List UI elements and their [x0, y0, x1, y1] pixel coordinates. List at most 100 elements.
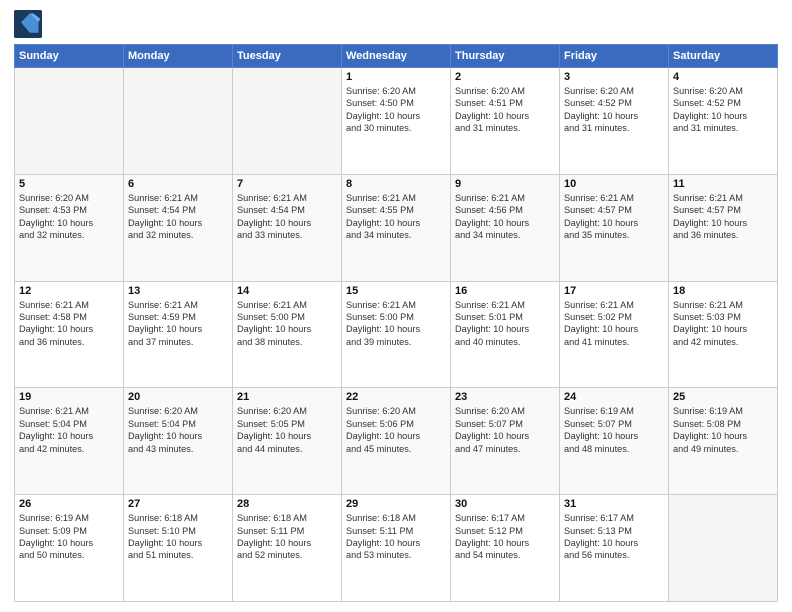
- day-number: 13: [128, 285, 228, 297]
- day-info: Sunrise: 6:21 AM Sunset: 5:00 PM Dayligh…: [346, 299, 446, 349]
- calendar-cell: 27 Sunrise: 6:18 AM Sunset: 5:10 PM Dayli…: [124, 495, 233, 602]
- logo-icon: [14, 10, 42, 38]
- calendar-cell: 23 Sunrise: 6:20 AM Sunset: 5:07 PM Dayli…: [451, 388, 560, 495]
- calendar-cell: 18 Sunrise: 6:21 AM Sunset: 5:03 PM Dayli…: [669, 281, 778, 388]
- day-info: Sunrise: 6:21 AM Sunset: 4:55 PM Dayligh…: [346, 192, 446, 242]
- day-info: Sunrise: 6:20 AM Sunset: 5:06 PM Dayligh…: [346, 405, 446, 455]
- day-number: 16: [455, 285, 555, 297]
- calendar-cell: 17 Sunrise: 6:21 AM Sunset: 5:02 PM Dayli…: [560, 281, 669, 388]
- calendar-cell: 12Sunrise: 6:21 AM Sunset: 4:58 PM Dayli…: [15, 281, 124, 388]
- day-info: Sunrise: 6:21 AM Sunset: 5:02 PM Dayligh…: [564, 299, 664, 349]
- day-info: Sunrise: 6:20 AM Sunset: 5:07 PM Dayligh…: [455, 405, 555, 455]
- day-number: 22: [346, 391, 446, 403]
- calendar-cell: 22 Sunrise: 6:20 AM Sunset: 5:06 PM Dayli…: [342, 388, 451, 495]
- day-info: Sunrise: 6:21 AM Sunset: 5:03 PM Dayligh…: [673, 299, 773, 349]
- calendar-cell: 21Sunrise: 6:20 AM Sunset: 5:05 PM Dayli…: [233, 388, 342, 495]
- day-number: 6: [128, 178, 228, 190]
- day-number: 18: [673, 285, 773, 297]
- calendar-header-friday: Friday: [560, 45, 669, 68]
- calendar-cell: 30 Sunrise: 6:17 AM Sunset: 5:12 PM Dayli…: [451, 495, 560, 602]
- calendar-header-wednesday: Wednesday: [342, 45, 451, 68]
- day-info: Sunrise: 6:21 AM Sunset: 4:54 PM Dayligh…: [128, 192, 228, 242]
- day-number: 15: [346, 285, 446, 297]
- day-number: 5: [19, 178, 119, 190]
- day-number: 7: [237, 178, 337, 190]
- day-number: 29: [346, 498, 446, 510]
- calendar-cell: 2 Sunrise: 6:20 AM Sunset: 4:51 PM Daylig…: [451, 68, 560, 175]
- day-number: 20: [128, 391, 228, 403]
- calendar-header-monday: Monday: [124, 45, 233, 68]
- day-info: Sunrise: 6:18 AM Sunset: 5:11 PM Dayligh…: [346, 512, 446, 562]
- calendar-cell: [233, 68, 342, 175]
- calendar-cell: 31 Sunrise: 6:17 AM Sunset: 5:13 PM Dayli…: [560, 495, 669, 602]
- day-number: 23: [455, 391, 555, 403]
- day-number: 31: [564, 498, 664, 510]
- day-info: Sunrise: 6:21 AM Sunset: 4:54 PM Dayligh…: [237, 192, 337, 242]
- logo: [14, 10, 46, 38]
- day-info: Sunrise: 6:19 AM Sunset: 5:09 PM Dayligh…: [19, 512, 119, 562]
- day-number: 27: [128, 498, 228, 510]
- calendar-cell: [15, 68, 124, 175]
- day-number: 14: [237, 285, 337, 297]
- calendar-cell: 19 Sunrise: 6:21 AM Sunset: 5:04 PM Dayli…: [15, 388, 124, 495]
- calendar-cell: 16 Sunrise: 6:21 AM Sunset: 5:01 PM Dayli…: [451, 281, 560, 388]
- calendar-cell: 14 Sunrise: 6:21 AM Sunset: 5:00 PM Dayli…: [233, 281, 342, 388]
- day-info: Sunrise: 6:20 AM Sunset: 4:51 PM Dayligh…: [455, 85, 555, 135]
- day-number: 26: [19, 498, 119, 510]
- calendar-cell: 10Sunrise: 6:21 AM Sunset: 4:57 PM Dayli…: [560, 174, 669, 281]
- calendar-cell: 6 Sunrise: 6:21 AM Sunset: 4:54 PM Daylig…: [124, 174, 233, 281]
- calendar-cell: 26 Sunrise: 6:19 AM Sunset: 5:09 PM Dayli…: [15, 495, 124, 602]
- day-number: 2: [455, 71, 555, 83]
- calendar-cell: 28 Sunrise: 6:18 AM Sunset: 5:11 PM Dayli…: [233, 495, 342, 602]
- calendar-cell: 25 Sunrise: 6:19 AM Sunset: 5:08 PM Dayli…: [669, 388, 778, 495]
- day-info: Sunrise: 6:19 AM Sunset: 5:08 PM Dayligh…: [673, 405, 773, 455]
- calendar-cell: 29 Sunrise: 6:18 AM Sunset: 5:11 PM Dayli…: [342, 495, 451, 602]
- calendar-cell: 5Sunrise: 6:20 AM Sunset: 4:53 PM Daylig…: [15, 174, 124, 281]
- day-info: Sunrise: 6:20 AM Sunset: 4:50 PM Dayligh…: [346, 85, 446, 135]
- header: [14, 10, 778, 38]
- day-number: 11: [673, 178, 773, 190]
- calendar-cell: 7 Sunrise: 6:21 AM Sunset: 4:54 PM Daylig…: [233, 174, 342, 281]
- calendar-header-sunday: Sunday: [15, 45, 124, 68]
- day-info: Sunrise: 6:21 AM Sunset: 4:57 PM Dayligh…: [673, 192, 773, 242]
- calendar-cell: 11 Sunrise: 6:21 AM Sunset: 4:57 PM Dayli…: [669, 174, 778, 281]
- day-info: Sunrise: 6:21 AM Sunset: 4:59 PM Dayligh…: [128, 299, 228, 349]
- day-number: 17: [564, 285, 664, 297]
- calendar-cell: 24Sunrise: 6:19 AM Sunset: 5:07 PM Dayli…: [560, 388, 669, 495]
- day-number: 12: [19, 285, 119, 297]
- day-number: 28: [237, 498, 337, 510]
- day-info: Sunrise: 6:20 AM Sunset: 4:52 PM Dayligh…: [564, 85, 664, 135]
- day-info: Sunrise: 6:18 AM Sunset: 5:11 PM Dayligh…: [237, 512, 337, 562]
- day-number: 3: [564, 71, 664, 83]
- calendar-cell: 8 Sunrise: 6:21 AM Sunset: 4:55 PM Daylig…: [342, 174, 451, 281]
- calendar-cell: 3 Sunrise: 6:20 AM Sunset: 4:52 PM Daylig…: [560, 68, 669, 175]
- day-info: Sunrise: 6:21 AM Sunset: 5:04 PM Dayligh…: [19, 405, 119, 455]
- day-info: Sunrise: 6:19 AM Sunset: 5:07 PM Dayligh…: [564, 405, 664, 455]
- calendar-week-2: 5Sunrise: 6:20 AM Sunset: 4:53 PM Daylig…: [15, 174, 778, 281]
- day-number: 19: [19, 391, 119, 403]
- calendar-week-1: 1Sunrise: 6:20 AM Sunset: 4:50 PM Daylig…: [15, 68, 778, 175]
- day-number: 9: [455, 178, 555, 190]
- day-info: Sunrise: 6:21 AM Sunset: 5:01 PM Dayligh…: [455, 299, 555, 349]
- calendar-cell: 1Sunrise: 6:20 AM Sunset: 4:50 PM Daylig…: [342, 68, 451, 175]
- day-info: Sunrise: 6:20 AM Sunset: 5:05 PM Dayligh…: [237, 405, 337, 455]
- day-number: 30: [455, 498, 555, 510]
- calendar-header-thursday: Thursday: [451, 45, 560, 68]
- day-info: Sunrise: 6:21 AM Sunset: 4:56 PM Dayligh…: [455, 192, 555, 242]
- calendar-cell: 13 Sunrise: 6:21 AM Sunset: 4:59 PM Dayli…: [124, 281, 233, 388]
- day-number: 25: [673, 391, 773, 403]
- day-info: Sunrise: 6:21 AM Sunset: 5:00 PM Dayligh…: [237, 299, 337, 349]
- day-info: Sunrise: 6:20 AM Sunset: 4:52 PM Dayligh…: [673, 85, 773, 135]
- calendar-week-4: 19 Sunrise: 6:21 AM Sunset: 5:04 PM Dayli…: [15, 388, 778, 495]
- day-number: 10: [564, 178, 664, 190]
- calendar-week-3: 12Sunrise: 6:21 AM Sunset: 4:58 PM Dayli…: [15, 281, 778, 388]
- calendar-cell: [124, 68, 233, 175]
- calendar-cell: 20 Sunrise: 6:20 AM Sunset: 5:04 PM Dayli…: [124, 388, 233, 495]
- day-info: Sunrise: 6:17 AM Sunset: 5:12 PM Dayligh…: [455, 512, 555, 562]
- calendar-header-saturday: Saturday: [669, 45, 778, 68]
- day-number: 8: [346, 178, 446, 190]
- calendar-cell: 9 Sunrise: 6:21 AM Sunset: 4:56 PM Daylig…: [451, 174, 560, 281]
- day-info: Sunrise: 6:17 AM Sunset: 5:13 PM Dayligh…: [564, 512, 664, 562]
- day-info: Sunrise: 6:18 AM Sunset: 5:10 PM Dayligh…: [128, 512, 228, 562]
- day-info: Sunrise: 6:20 AM Sunset: 5:04 PM Dayligh…: [128, 405, 228, 455]
